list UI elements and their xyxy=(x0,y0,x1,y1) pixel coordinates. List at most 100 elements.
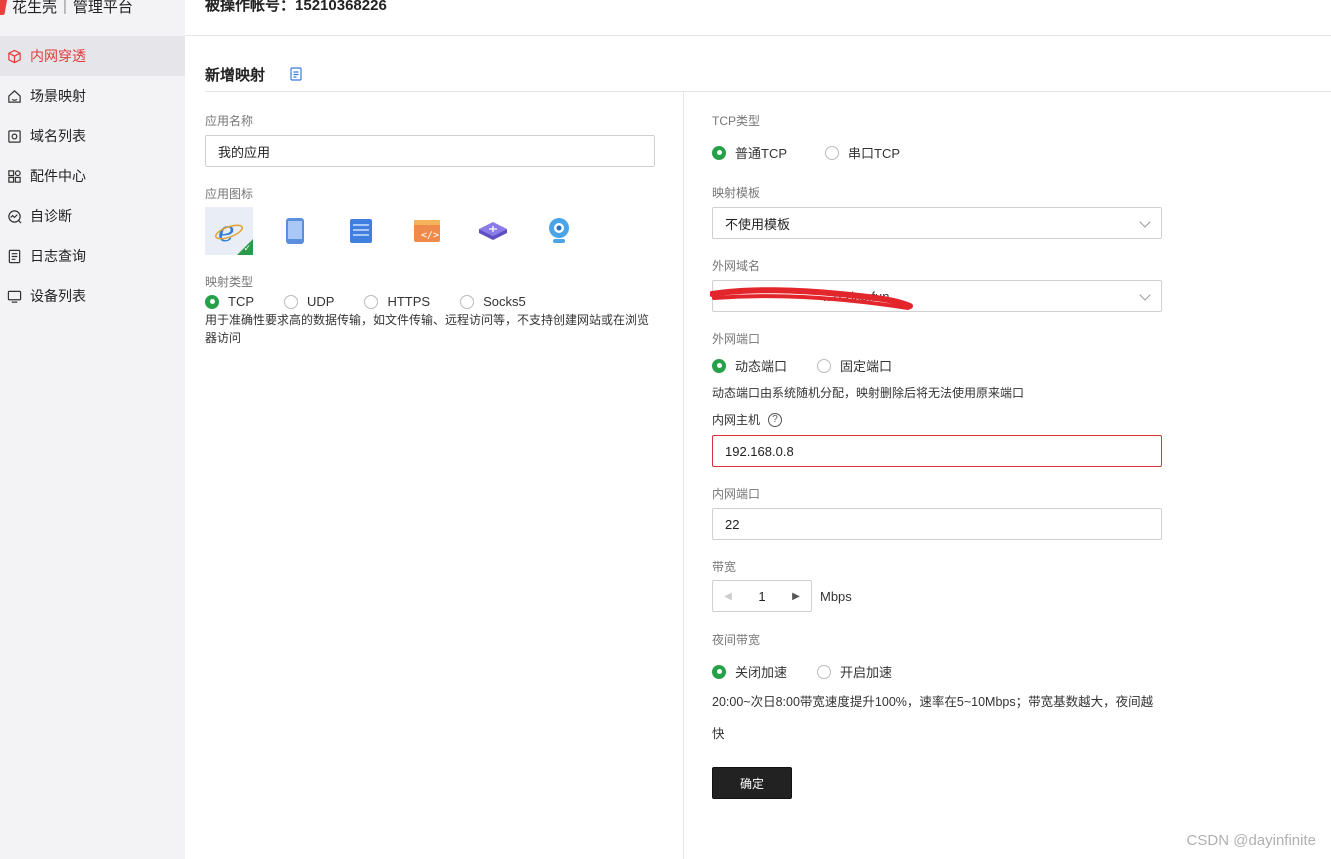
map-type-label: 映射类型 xyxy=(205,275,254,289)
tablet-icon xyxy=(286,218,304,244)
domain-label: 外网域名 xyxy=(712,259,761,273)
domain-select[interactable]: ...0.zicp.fun xyxy=(712,280,1162,312)
sidebar: 花生壳 | 管理平台 内网穿透 场景映射 域名列表 配件中心 自诊断 日志查询 … xyxy=(0,0,185,859)
map-type-radio-group: TCP UDP HTTPS Socks5 xyxy=(205,294,556,309)
sidebar-item-devices[interactable]: 设备列表 xyxy=(0,276,185,316)
sidebar-item-label: 域名列表 xyxy=(30,128,86,144)
monitor-icon xyxy=(6,288,22,304)
diagnose-icon xyxy=(6,208,22,224)
chevron-down-icon xyxy=(1139,289,1151,301)
increment-arrow-icon[interactable]: ▶ xyxy=(781,591,811,602)
external-port-description: 动态端口由系统随机分配，映射删除后将无法使用原来端口 xyxy=(712,386,1025,400)
chevron-down-icon xyxy=(1139,216,1151,228)
night-bandwidth-radio-group: 关闭加速 开启加速 xyxy=(712,662,922,681)
camera-icon xyxy=(549,218,569,243)
radio-dot xyxy=(817,664,832,679)
log-icon xyxy=(6,248,22,264)
sidebar-item-accessories[interactable]: 配件中心 xyxy=(0,156,185,196)
app-icon-option-router[interactable] xyxy=(469,207,517,255)
radio-label: TCP xyxy=(228,294,254,309)
radio-dot xyxy=(364,294,379,309)
radio-dot xyxy=(817,358,832,373)
radio-tcp[interactable]: TCP xyxy=(205,294,254,309)
radio-fixed-port[interactable]: 固定端口 xyxy=(817,356,892,375)
app-icon-option-code[interactable]: </> xyxy=(403,207,451,255)
check-icon: ✓ xyxy=(243,243,251,253)
decrement-arrow-icon[interactable]: ◀ xyxy=(713,591,743,602)
confirm-button[interactable]: 确定 xyxy=(712,767,792,799)
top-bar: 被操作帐号：15210368226 xyxy=(185,0,1331,36)
template-select[interactable]: 不使用模板 xyxy=(712,207,1162,239)
map-type-description: 用于准确性要求高的数据传输，如文件传输、远程访问等，不支持创建网站或在浏览器访问 xyxy=(205,313,650,345)
radio-dot xyxy=(460,294,475,309)
bandwidth-value: 1 xyxy=(758,588,766,604)
page-title: 新增映射 xyxy=(205,67,266,84)
inner-host-input[interactable]: 192.168.0.8 xyxy=(712,435,1162,467)
sidebar-item-scene[interactable]: 场景映射 xyxy=(0,76,185,116)
domain-value: ...0.zicp.fun xyxy=(823,288,890,304)
operator-label: 被操作帐号： xyxy=(205,0,296,14)
app-icon-option-camera[interactable] xyxy=(535,207,583,255)
app-icon-option-server[interactable] xyxy=(337,207,385,255)
tcp-type-label: TCP类型 xyxy=(712,114,761,128)
code-icon: </> xyxy=(414,220,440,242)
inner-port-input[interactable]: 22 xyxy=(712,508,1162,540)
sidebar-item-domains[interactable]: 域名列表 xyxy=(0,116,185,156)
sidebar-item-label: 日志查询 xyxy=(30,248,86,264)
inner-host-label-row: 内网主机 ? xyxy=(712,411,783,428)
sidebar-item-label: 场景映射 xyxy=(30,88,86,104)
operator-account: 被操作帐号：15210368226 xyxy=(205,0,387,15)
radio-socks5[interactable]: Socks5 xyxy=(460,294,526,309)
brand-logo: 花生壳 | 管理平台 xyxy=(0,0,133,18)
app-icon-option-ie[interactable]: e ✓ xyxy=(205,207,253,255)
sidebar-item-label: 内网穿透 xyxy=(30,48,86,64)
router-icon xyxy=(479,222,507,240)
radio-label: 关闭加速 xyxy=(735,665,788,680)
radio-udp[interactable]: UDP xyxy=(284,294,334,309)
home-icon xyxy=(6,88,22,104)
cube-icon xyxy=(6,48,22,64)
sidebar-item-label: 配件中心 xyxy=(30,168,86,184)
radio-dot xyxy=(284,294,298,309)
radio-dynamic-port[interactable]: 动态端口 xyxy=(712,356,787,375)
domain-icon xyxy=(6,128,22,144)
app-name-value: 我的应用 xyxy=(218,144,271,160)
brand-platform: 管理平台 xyxy=(72,0,133,16)
radio-label: HTTPS xyxy=(387,294,431,309)
night-bandwidth-label: 夜间带宽 xyxy=(712,633,761,647)
night-bandwidth-description-line1: 20:00~次日8:00带宽速度提升100%，速率在5~10Mbps；带宽基数越… xyxy=(712,695,1154,709)
sidebar-item-logs[interactable]: 日志查询 xyxy=(0,236,185,276)
document-icon[interactable] xyxy=(290,67,302,81)
bandwidth-label: 带宽 xyxy=(712,560,737,574)
radio-night-on[interactable]: 开启加速 xyxy=(817,662,892,681)
radio-night-off[interactable]: 关闭加速 xyxy=(712,662,787,681)
inner-port-value: 22 xyxy=(725,516,740,532)
sidebar-item-diagnose[interactable]: 自诊断 xyxy=(0,196,185,236)
bandwidth-stepper[interactable]: ◀ 1 ▶ xyxy=(712,580,812,612)
radio-label: 固定端口 xyxy=(840,359,893,374)
app-name-input[interactable]: 我的应用 xyxy=(205,135,655,167)
radio-dot xyxy=(825,145,840,160)
radio-https[interactable]: HTTPS xyxy=(364,294,430,309)
sidebar-item-label: 设备列表 xyxy=(30,288,86,304)
inner-host-label: 内网主机 xyxy=(712,413,761,427)
radio-serial-tcp[interactable]: 串口TCP xyxy=(825,143,900,162)
radio-label: 开启加速 xyxy=(840,665,893,680)
external-port-label: 外网端口 xyxy=(712,332,761,346)
radio-normal-tcp[interactable]: 普通TCP xyxy=(712,143,787,162)
app-icon-option-tablet[interactable] xyxy=(271,207,319,255)
external-port-radio-group: 动态端口 固定端口 xyxy=(712,356,922,375)
brand-mark-icon xyxy=(0,0,8,15)
template-value: 不使用模板 xyxy=(725,216,791,232)
server-icon xyxy=(350,219,372,243)
tcp-type-radio-group: 普通TCP 串口TCP xyxy=(712,143,930,162)
column-divider xyxy=(683,91,684,859)
radio-dot xyxy=(712,358,726,373)
inner-host-value: 192.168.0.8 xyxy=(725,443,794,459)
sidebar-item-intranet[interactable]: 内网穿透 xyxy=(0,36,185,76)
radio-dot xyxy=(205,294,219,309)
svg-text:</>: </> xyxy=(421,230,439,241)
help-icon[interactable]: ? xyxy=(768,412,783,427)
night-bandwidth-description-line2: 快 xyxy=(712,727,725,741)
sidebar-item-label: 自诊断 xyxy=(30,208,72,224)
